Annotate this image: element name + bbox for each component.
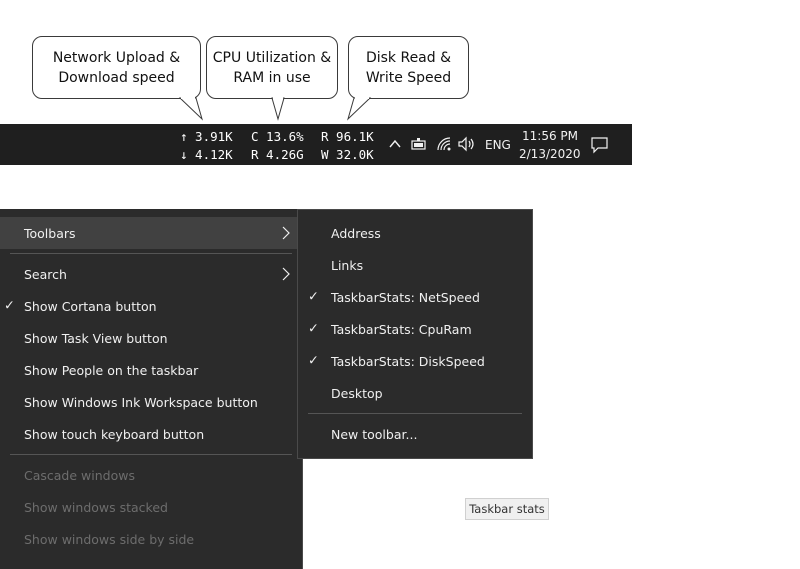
- submenu-item-links[interactable]: Links: [298, 249, 532, 281]
- clock-time[interactable]: 11:56 PM: [522, 129, 578, 143]
- submenu-item-desktop[interactable]: Desktop: [298, 377, 532, 409]
- submenu-item-netspeed[interactable]: ✓ TaskbarStats: NetSpeed: [298, 281, 532, 313]
- net-download-speed: ↓ 4.12K: [180, 147, 233, 162]
- tooltip: Taskbar stats: [465, 498, 549, 520]
- disk-write-speed: W 32.0K: [321, 147, 374, 162]
- submenu-item-diskspeed[interactable]: ✓ TaskbarStats: DiskSpeed: [298, 345, 532, 377]
- menu-item-label: Address: [331, 225, 381, 241]
- menu-item-search[interactable]: Search: [0, 258, 297, 290]
- callout-cpu-tail: [271, 97, 285, 121]
- menu-item-label: TaskbarStats: NetSpeed: [331, 289, 480, 305]
- checkmark-icon: ✓: [308, 321, 319, 337]
- battery-icon[interactable]: [410, 136, 428, 152]
- menu-item-label: Desktop: [331, 385, 383, 401]
- ram-usage: R 4.26G: [251, 147, 304, 162]
- menu-separator: [10, 454, 292, 455]
- menu-item-label: Show Windows Ink Workspace button: [24, 394, 258, 410]
- submenu-item-address[interactable]: Address: [298, 217, 532, 249]
- menu-item-label: Show touch keyboard button: [24, 426, 205, 442]
- menu-item-toolbars[interactable]: Toolbars: [0, 217, 297, 249]
- submenu-item-new-toolbar[interactable]: New toolbar...: [298, 418, 532, 450]
- menu-item-label: Links: [331, 257, 364, 273]
- net-upload-speed: ↑ 3.91K: [180, 129, 233, 144]
- menu-separator: [10, 253, 292, 254]
- menu-item-label: Show Cortana button: [24, 298, 157, 314]
- menu-item-label: Search: [24, 266, 67, 282]
- menu-item-show-ink-workspace[interactable]: Show Windows Ink Workspace button: [0, 386, 297, 418]
- notification-icon[interactable]: [590, 136, 610, 154]
- menu-item-label: Cascade windows: [24, 467, 135, 483]
- submenu-item-cpuram[interactable]: ✓ TaskbarStats: CpuRam: [298, 313, 532, 345]
- chevron-right-icon: [282, 226, 290, 240]
- taskbar-context-menu: Toolbars Search ✓ Show Cortana button Sh…: [0, 209, 303, 569]
- menu-item-label: Show People on the taskbar: [24, 362, 199, 378]
- clock-date[interactable]: 2/13/2020: [519, 147, 581, 161]
- menu-item-label: New toolbar...: [331, 426, 418, 442]
- menu-item-windows-stacked: Show windows stacked: [0, 491, 297, 523]
- callout-network: Network Upload & Download speed: [32, 36, 201, 99]
- menu-item-cascade-windows: Cascade windows: [0, 459, 297, 491]
- callout-disk: Disk Read & Write Speed: [348, 36, 469, 99]
- menu-item-windows-side-by-side: Show windows side by side: [0, 523, 297, 555]
- disk-read-speed: R 96.1K: [321, 129, 374, 144]
- speaker-icon[interactable]: [457, 136, 477, 152]
- chevron-right-icon: [282, 267, 290, 281]
- menu-item-label: Show Task View button: [24, 330, 168, 346]
- menu-item-show-task-view[interactable]: Show Task View button: [0, 322, 297, 354]
- taskbar: ↑ 3.91K ↓ 4.12K C 13.6% R 4.26G R 96.1K …: [0, 124, 632, 165]
- checkmark-icon: ✓: [4, 298, 15, 314]
- callout-network-tail: [178, 97, 203, 121]
- menu-item-label: TaskbarStats: CpuRam: [331, 321, 472, 337]
- callout-cpu: CPU Utilization & RAM in use: [206, 36, 338, 99]
- menu-item-label: Show windows side by side: [24, 531, 195, 547]
- checkmark-icon: ✓: [308, 289, 319, 305]
- checkmark-icon: ✓: [308, 353, 319, 369]
- cpu-usage: C 13.6%: [251, 129, 304, 144]
- menu-item-show-touch-keyboard[interactable]: Show touch keyboard button: [0, 418, 297, 450]
- menu-separator: [308, 413, 522, 414]
- toolbars-submenu: Address Links ✓ TaskbarStats: NetSpeed ✓…: [297, 209, 533, 459]
- wifi-icon[interactable]: [436, 136, 454, 152]
- callout-disk-tail: [347, 97, 372, 121]
- menu-item-show-cortana[interactable]: ✓ Show Cortana button: [0, 290, 297, 322]
- menu-item-show-people[interactable]: Show People on the taskbar: [0, 354, 297, 386]
- menu-item-label: Show windows stacked: [24, 499, 168, 515]
- menu-item-label: Toolbars: [24, 225, 76, 241]
- language-indicator[interactable]: ENG: [485, 138, 511, 152]
- chevron-up-icon[interactable]: [388, 138, 402, 150]
- menu-item-label: TaskbarStats: DiskSpeed: [331, 353, 485, 369]
